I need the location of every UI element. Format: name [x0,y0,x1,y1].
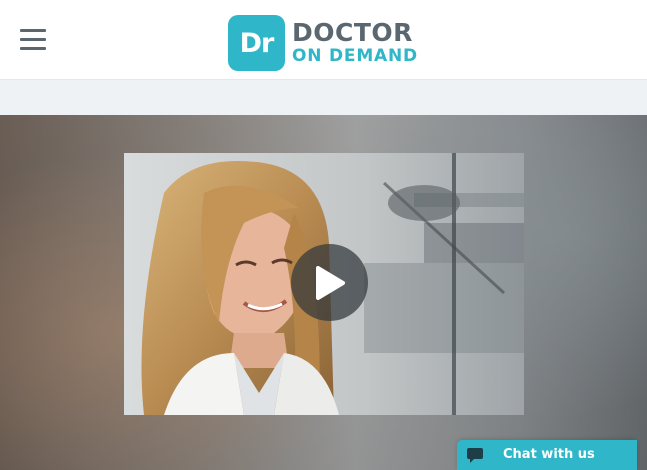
logo-wordmark: DOCTOR ON DEMAND [292,18,418,67]
logo-line-doctor: DOCTOR [292,18,413,47]
chat-bubble-icon [467,448,483,463]
menu-bar-top [20,29,46,32]
play-icon [315,265,345,300]
site-header: Dr DOCTOR ON DEMAND [0,0,647,80]
hero-section [0,115,647,470]
logo-badge: Dr [228,15,285,71]
chat-label[interactable]: Chat with us [493,440,637,470]
chat-icon-container [457,440,493,470]
video-player[interactable] [124,153,524,415]
menu-bar-bottom [20,47,46,50]
menu-bar-middle [20,38,46,41]
logo-badge-text: Dr [239,27,275,59]
logo-link[interactable]: Dr DOCTOR ON DEMAND [228,15,418,71]
header-strip [0,80,647,115]
play-button[interactable] [291,244,368,321]
chat-widget[interactable]: Chat with us [457,440,637,470]
hamburger-menu-icon[interactable] [20,29,46,51]
logo-line-on-demand: ON DEMAND [292,46,418,66]
